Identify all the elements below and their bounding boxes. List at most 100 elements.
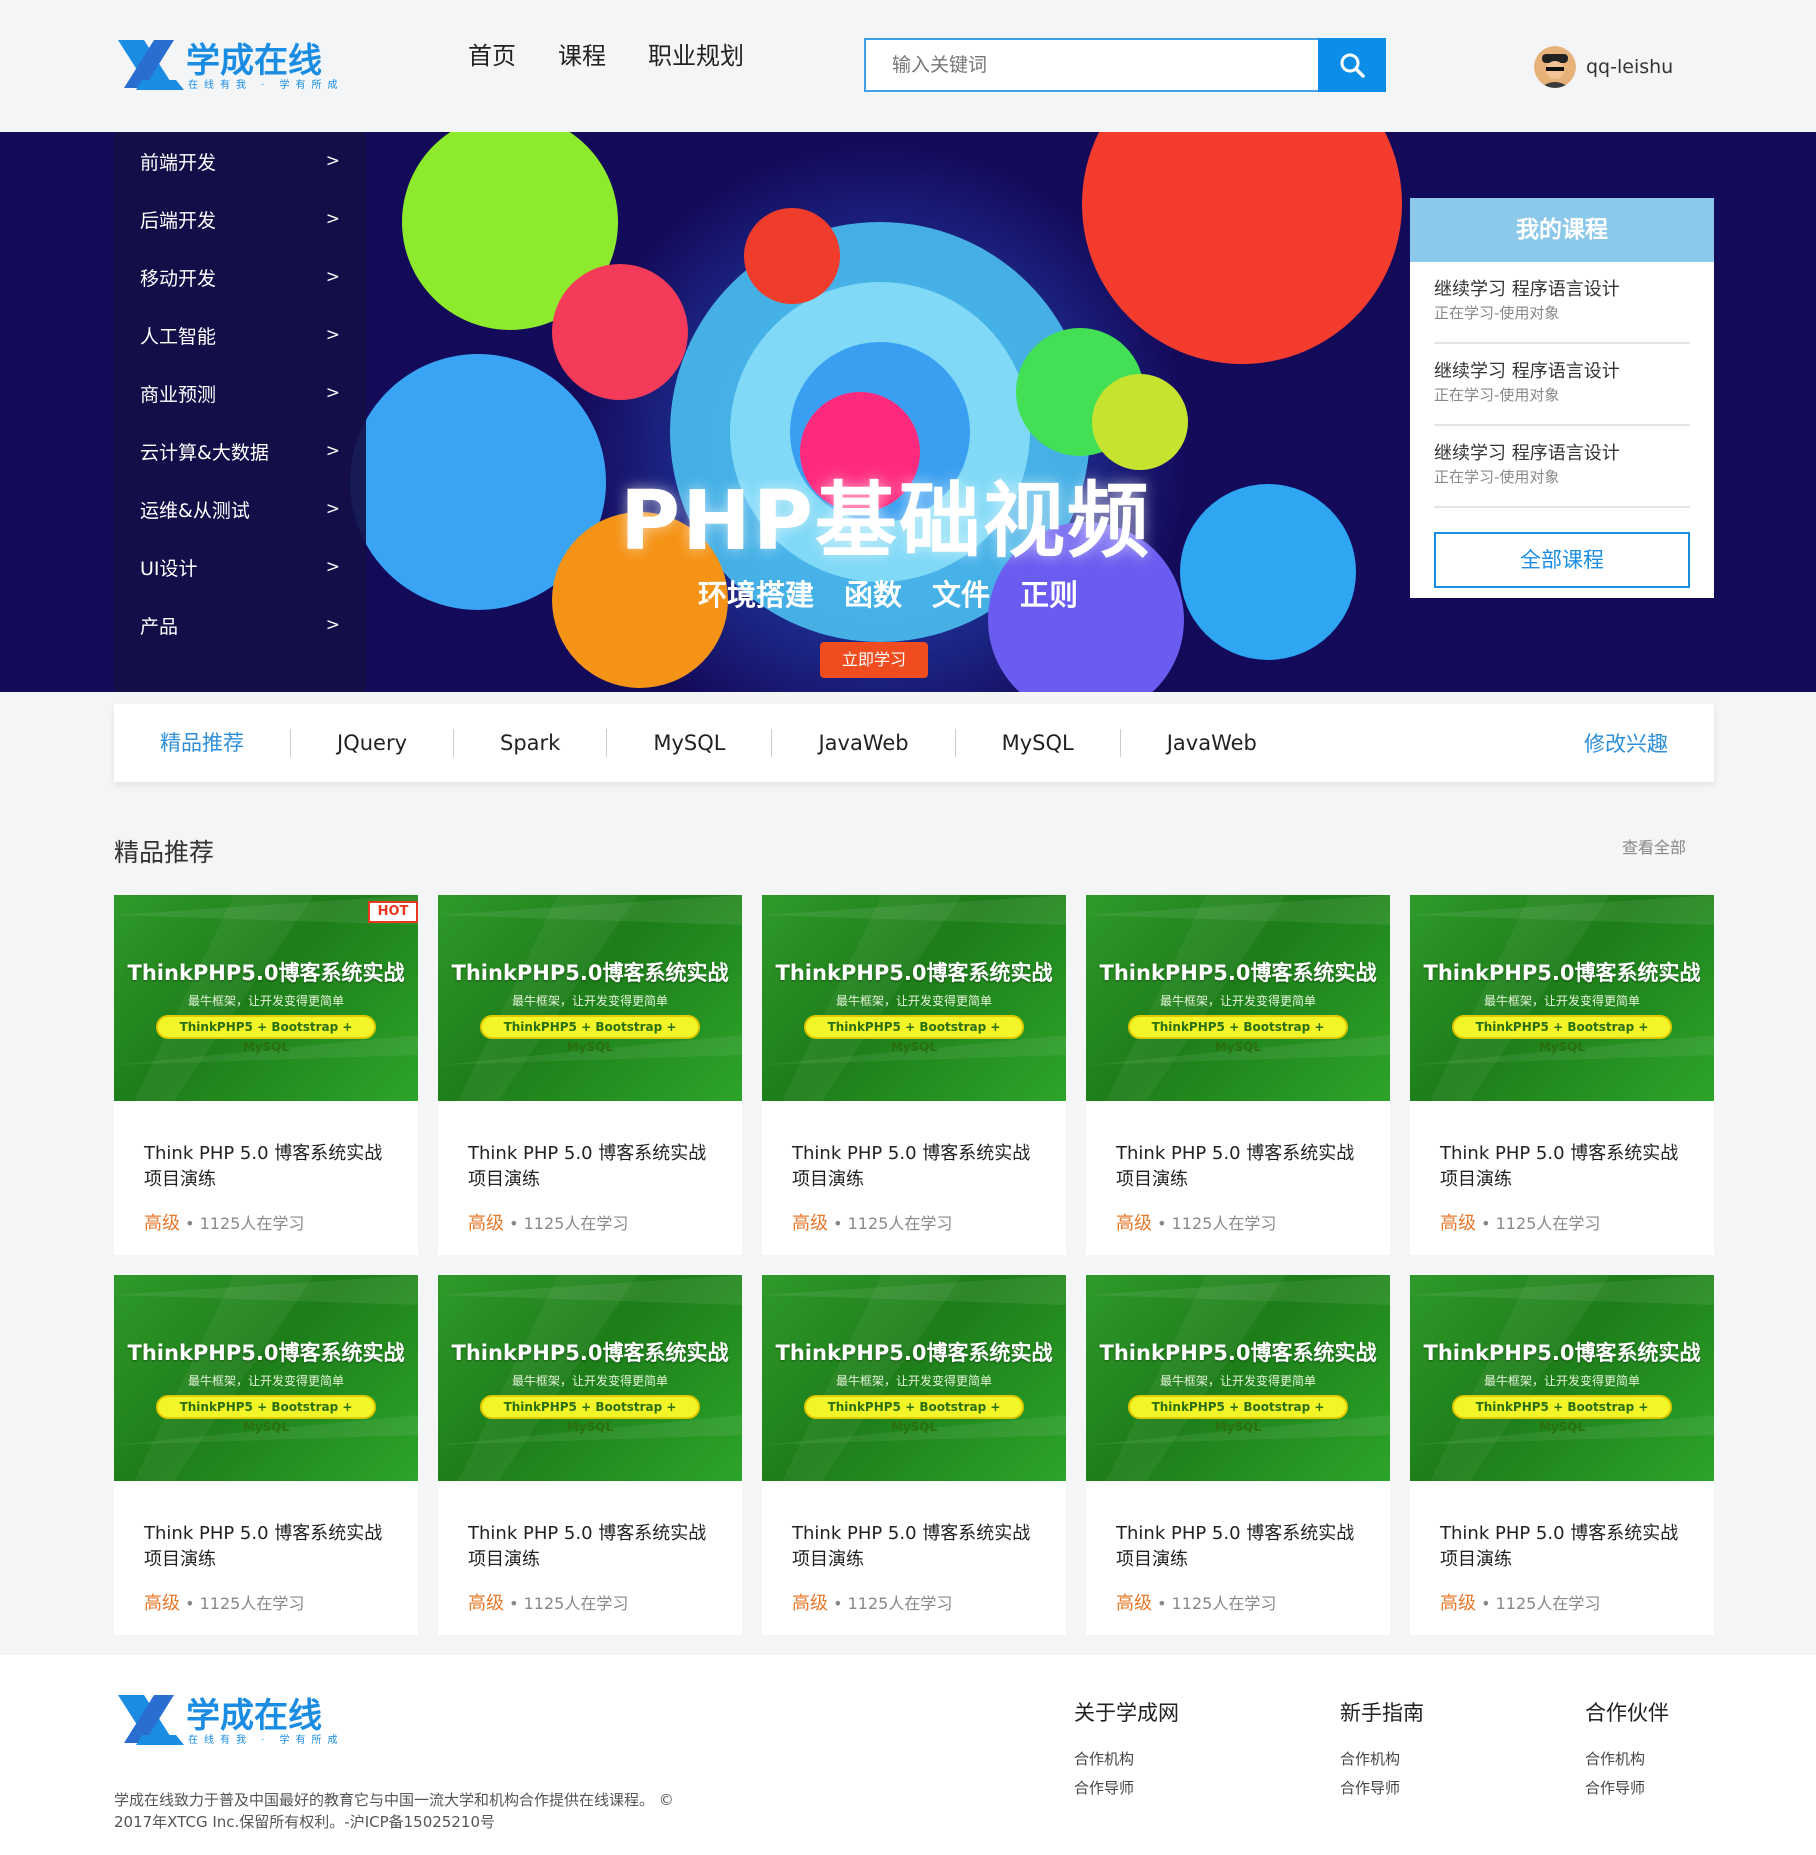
thumb-stack-badge: ThinkPHP5 + Bootstrap + MySQL	[480, 1015, 700, 1054]
course-level: 高级	[1440, 1593, 1476, 1614]
tab-jquery[interactable]: JQuery	[291, 729, 455, 757]
course-card[interactable]: ThinkPHP5.0博客系统实战 最牛框架，让开发变得更简单 ThinkPHP5 …	[1410, 1275, 1714, 1635]
logo-name: 学成在线	[186, 1696, 322, 1736]
tab-mysql-2[interactable]: MySQL	[956, 729, 1121, 757]
tab-mysql[interactable]: MySQL	[607, 729, 773, 757]
course-meta: 高级 • 1125人在学习	[1410, 1209, 1714, 1235]
course-card[interactable]: ThinkPHP5.0博客系统实战 最牛框架，让开发变得更简单 ThinkPHP5 …	[438, 895, 742, 1255]
course-thumbnail: ThinkPHP5.0博客系统实战 最牛框架，让开发变得更简单 ThinkPHP5 …	[1410, 1275, 1714, 1481]
sidebar-item[interactable]: 人工智能 >	[114, 306, 366, 364]
sidebar-item[interactable]: 后端开发 >	[114, 190, 366, 248]
sidebar-item[interactable]: 运维&从测试 >	[114, 480, 366, 538]
banner-subtitle: 环境搭建 函数 文件 正则	[698, 572, 1078, 614]
logo-slogan: 在线有我 · 学有所成	[188, 78, 344, 91]
edit-interests-link[interactable]: 修改兴趣	[1584, 728, 1668, 758]
thumb-tagline: 最牛框架，让开发变得更简单	[511, 1374, 668, 1388]
site-logo[interactable]: 学成在线 在线有我 · 学有所成	[114, 36, 364, 94]
search-icon	[1340, 53, 1365, 78]
footer-link[interactable]: 合作导师	[1074, 1774, 1179, 1803]
footer-link[interactable]: 合作机构	[1340, 1745, 1424, 1774]
search-button[interactable]	[1318, 38, 1386, 92]
banner-sub-item: 文件	[932, 578, 991, 612]
course-level: 高级	[468, 1593, 504, 1614]
course-learners: 1125人在学习	[1171, 1214, 1277, 1233]
sidebar-item[interactable]: 商业预测 >	[114, 364, 366, 422]
course-learners: 1125人在学习	[523, 1594, 629, 1613]
sidebar-item[interactable]: 移动开发 >	[114, 248, 366, 306]
my-course-sub: 正在学习-使用对象	[1434, 304, 1560, 322]
thumb-title: ThinkPHP5.0博客系统实战	[775, 1341, 1053, 1365]
my-course-sub: 正在学习-使用对象	[1434, 386, 1560, 404]
logo-name: 学成在线	[186, 41, 322, 81]
sidebar-item-label: 云计算&大数据	[140, 441, 269, 464]
thumb-title: ThinkPHP5.0博客系统实战	[1423, 1341, 1701, 1365]
tab-javaweb-2[interactable]: JavaWeb	[1121, 729, 1303, 757]
sidebar-item[interactable]: UI设计 >	[114, 538, 366, 596]
nav-career[interactable]: 职业规划	[648, 38, 744, 74]
avatar[interactable]	[1534, 46, 1576, 88]
course-card[interactable]: ThinkPHP5.0博客系统实战 最牛框架，让开发变得更简单 ThinkPHP5 …	[114, 1275, 418, 1635]
course-card[interactable]: ThinkPHP5.0博客系统实战 最牛框架，让开发变得更简单 ThinkPHP5 …	[1410, 895, 1714, 1255]
category-sidebar: 前端开发 > 后端开发 > 移动开发 > 人工智能 > 商业预测 > 云计算&大数据 > 运维&从测试 >…	[114, 132, 366, 692]
course-card[interactable]: ThinkPHP5.0博客系统实战 最牛框架，让开发变得更简单 ThinkPHP5 …	[438, 1275, 742, 1635]
sidebar-item[interactable]: 云计算&大数据 >	[114, 422, 366, 480]
course-level: 高级	[144, 1593, 180, 1614]
course-meta: 高级 • 1125人在学习	[114, 1209, 418, 1235]
footer-logo[interactable]: 学成在线 在线有我 · 学有所成	[114, 1691, 364, 1749]
course-meta: 高级 • 1125人在学习	[114, 1589, 418, 1615]
footer-link[interactable]: 合作导师	[1340, 1774, 1424, 1803]
footer-link[interactable]: 合作机构	[1585, 1745, 1669, 1774]
footer-link[interactable]: 合作导师	[1585, 1774, 1669, 1803]
course-card[interactable]: ThinkPHP5.0博客系统实战 最牛框架，让开发变得更简单 ThinkPHP5 …	[114, 895, 418, 1255]
course-card[interactable]: ThinkPHP5.0博客系统实战 最牛框架，让开发变得更简单 ThinkPHP5 …	[1086, 895, 1390, 1255]
chevron-right-icon: >	[325, 383, 340, 403]
thumb-tagline: 最牛框架，让开发变得更简单	[835, 1374, 992, 1388]
user-name[interactable]: qq-leishu	[1586, 56, 1673, 78]
my-course-item[interactable]: 继续学习 程序语言设计 正在学习-使用对象	[1434, 262, 1690, 344]
bullet-dot-icon: •	[828, 1214, 848, 1233]
view-all-link[interactable]: 查看全部	[1622, 834, 1686, 858]
course-meta: 高级 • 1125人在学习	[1086, 1209, 1390, 1235]
sidebar-item-label: 移动开发	[140, 267, 217, 290]
nav-courses[interactable]: 课程	[558, 38, 606, 74]
nav-home[interactable]: 首页	[468, 38, 516, 74]
user-menu[interactable]: qq-leishu	[1534, 46, 1673, 88]
bullet-dot-icon: •	[180, 1214, 200, 1233]
footer-link[interactable]: 合作机构	[1074, 1745, 1179, 1774]
course-card[interactable]: ThinkPHP5.0博客系统实战 最牛框架，让开发变得更简单 ThinkPHP5 …	[762, 1275, 1066, 1635]
course-title: Think PHP 5.0 博客系统实战项目演练	[144, 1143, 383, 1190]
sidebar-item[interactable]: 产品 >	[114, 596, 366, 654]
course-card[interactable]: ThinkPHP5.0博客系统实战 最牛框架，让开发变得更简单 ThinkPHP5 …	[762, 895, 1066, 1255]
my-course-item[interactable]: 继续学习 程序语言设计 正在学习-使用对象	[1434, 426, 1690, 508]
course-meta: 高级 • 1125人在学习	[1410, 1589, 1714, 1615]
my-courses-panel: 我的课程 继续学习 程序语言设计 正在学习-使用对象 继续学习 程序语言设计 正…	[1410, 198, 1714, 598]
logo-x-icon	[118, 40, 184, 90]
all-courses-button[interactable]: 全部课程	[1434, 532, 1690, 588]
course-learners: 1125人在学习	[199, 1594, 305, 1613]
tab-featured[interactable]: 精品推荐	[114, 729, 291, 757]
bullet-dot-icon: •	[1476, 1594, 1496, 1613]
course-thumbnail: ThinkPHP5.0博客系统实战 最牛框架，让开发变得更简单 ThinkPHP5 …	[438, 1275, 742, 1481]
footer-col-partners: 合作伙伴 合作机构 合作导师	[1585, 1697, 1669, 1803]
sidebar-item[interactable]: 前端开发 >	[114, 132, 366, 190]
thumb-tagline: 最牛框架，让开发变得更简单	[187, 1374, 344, 1388]
course-title: Think PHP 5.0 博客系统实战项目演练	[792, 1523, 1031, 1570]
course-card[interactable]: ThinkPHP5.0博客系统实战 最牛框架，让开发变得更简单 ThinkPHP5 …	[1086, 1275, 1390, 1635]
thumb-stack-badge: ThinkPHP5 + Bootstrap + MySQL	[804, 1015, 1024, 1054]
my-course-title: 继续学习 程序语言设计	[1434, 443, 1620, 464]
search-box	[864, 38, 1386, 92]
avatar-image-icon	[1534, 46, 1576, 88]
search-input[interactable]	[866, 40, 1318, 90]
thumb-tagline: 最牛框架，让开发变得更简单	[1159, 994, 1316, 1008]
start-learning-button[interactable]: 立即学习	[820, 642, 928, 678]
bullet-dot-icon: •	[1152, 1214, 1172, 1233]
tab-spark[interactable]: Spark	[454, 729, 608, 757]
footer-col-title: 关于学成网	[1074, 1701, 1179, 1725]
course-learners: 1125人在学习	[1495, 1214, 1601, 1233]
thumb-tagline: 最牛框架，让开发变得更简单	[1483, 1374, 1640, 1388]
my-course-item[interactable]: 继续学习 程序语言设计 正在学习-使用对象	[1434, 344, 1690, 426]
tab-javaweb[interactable]: JavaWeb	[772, 729, 956, 757]
footer-description: 学成在线致力于普及中国最好的教育它与中国一流大学和机构合作提供在线课程。 © 2…	[114, 1791, 674, 1831]
course-thumbnail: ThinkPHP5.0博客系统实战 最牛框架，让开发变得更简单 ThinkPHP5 …	[438, 895, 742, 1101]
chevron-right-icon: >	[325, 615, 340, 635]
